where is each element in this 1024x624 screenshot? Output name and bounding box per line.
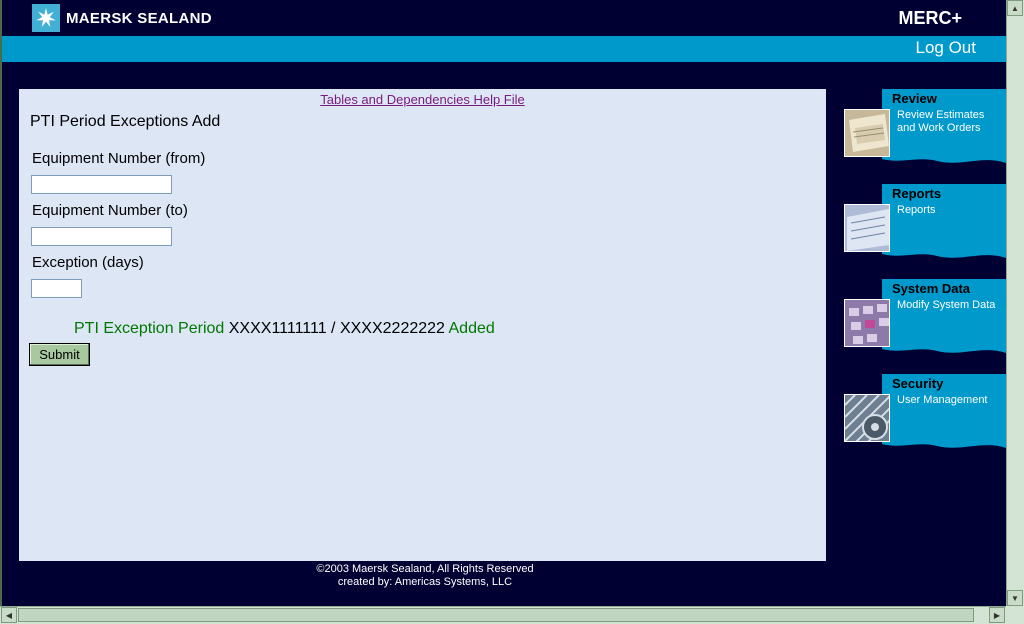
copyright-text: ©2003 Maersk Sealand, All Rights Reserve… xyxy=(316,563,534,575)
equipment-from-label: Equipment Number (from) xyxy=(32,150,206,167)
help-file-link-text[interactable]: Tables and Dependencies Help File xyxy=(320,92,525,107)
exception-days-label: Exception (days) xyxy=(32,254,144,271)
vertical-scrollbar[interactable]: ▲ ▼ xyxy=(1006,0,1024,606)
sidebar-link-reports[interactable]: Reports xyxy=(897,204,1005,217)
sidebar-item-security[interactable]: Security User Management xyxy=(842,374,1006,454)
status-message-suffix: Added xyxy=(444,320,495,337)
brand-logo: MAERSK SEALAND xyxy=(32,4,212,32)
sidebar-link-security[interactable]: User Management xyxy=(897,394,1005,407)
scroll-right-icon[interactable]: ▶ xyxy=(989,607,1005,623)
help-file-link: Tables and Dependencies Help File xyxy=(19,92,826,107)
status-message-prefix: PTI Exception Period xyxy=(74,320,229,337)
content-panel: Tables and Dependencies Help File PTI Pe… xyxy=(19,89,826,561)
status-message-separator: / xyxy=(326,320,340,337)
star-icon xyxy=(32,4,60,32)
page-title: PTI Period Exceptions Add xyxy=(30,113,221,130)
equipment-to-label: Equipment Number (to) xyxy=(32,202,188,219)
logout-link[interactable]: Log Out xyxy=(916,38,977,58)
exception-days-input[interactable] xyxy=(31,279,82,298)
horizontal-scrollbar[interactable]: ◀ ▶ xyxy=(0,606,1006,624)
sidebar-item-review[interactable]: Review Review Estimates and Work Orders xyxy=(842,89,1006,169)
status-message-from: XXXX1111111 xyxy=(228,320,327,337)
horizontal-scroll-thumb[interactable] xyxy=(18,608,974,622)
blueprint-icon xyxy=(844,204,890,252)
sidebar-title-system-data[interactable]: System Data xyxy=(892,281,970,296)
scroll-down-icon[interactable]: ▼ xyxy=(1007,590,1023,606)
app-name: MERC+ xyxy=(898,8,962,28)
keyboard-icon xyxy=(844,299,890,347)
top-bar: MAERSK SEALAND MERC+ xyxy=(2,0,1006,36)
sidebar-title-reports[interactable]: Reports xyxy=(892,186,941,201)
scrollbar-corner xyxy=(1006,606,1024,624)
lock-dial-icon xyxy=(844,394,890,442)
accent-bar xyxy=(2,36,1006,62)
footer: ©2003 Maersk Sealand, All Rights Reserve… xyxy=(240,563,610,589)
credits-text: created by: Americas Systems, LLC xyxy=(337,576,513,588)
documents-icon xyxy=(844,109,890,157)
scroll-left-icon[interactable]: ◀ xyxy=(1,607,17,623)
submit-button[interactable]: Submit xyxy=(29,343,90,366)
sidebar-link-system-data[interactable]: Modify System Data xyxy=(897,299,1005,312)
sidebar-title-security[interactable]: Security xyxy=(892,376,943,391)
equipment-from-input[interactable] xyxy=(31,175,172,194)
status-message-to: XXXX2222222 xyxy=(339,320,445,337)
sidebar-item-reports[interactable]: Reports Reports xyxy=(842,184,1006,264)
sidebar-item-system-data[interactable]: System Data Modify System Data xyxy=(842,279,1006,359)
sidebar-link-review[interactable]: Review Estimates and Work Orders xyxy=(897,109,1005,135)
brand-name: MAERSK SEALAND xyxy=(66,9,212,27)
status-message: PTI Exception Period XXXX1111111 / XXXX2… xyxy=(74,320,495,338)
equipment-to-input[interactable] xyxy=(31,227,172,246)
sidebar-title-review[interactable]: Review xyxy=(892,91,937,106)
scroll-up-icon[interactable]: ▲ xyxy=(1007,0,1023,16)
